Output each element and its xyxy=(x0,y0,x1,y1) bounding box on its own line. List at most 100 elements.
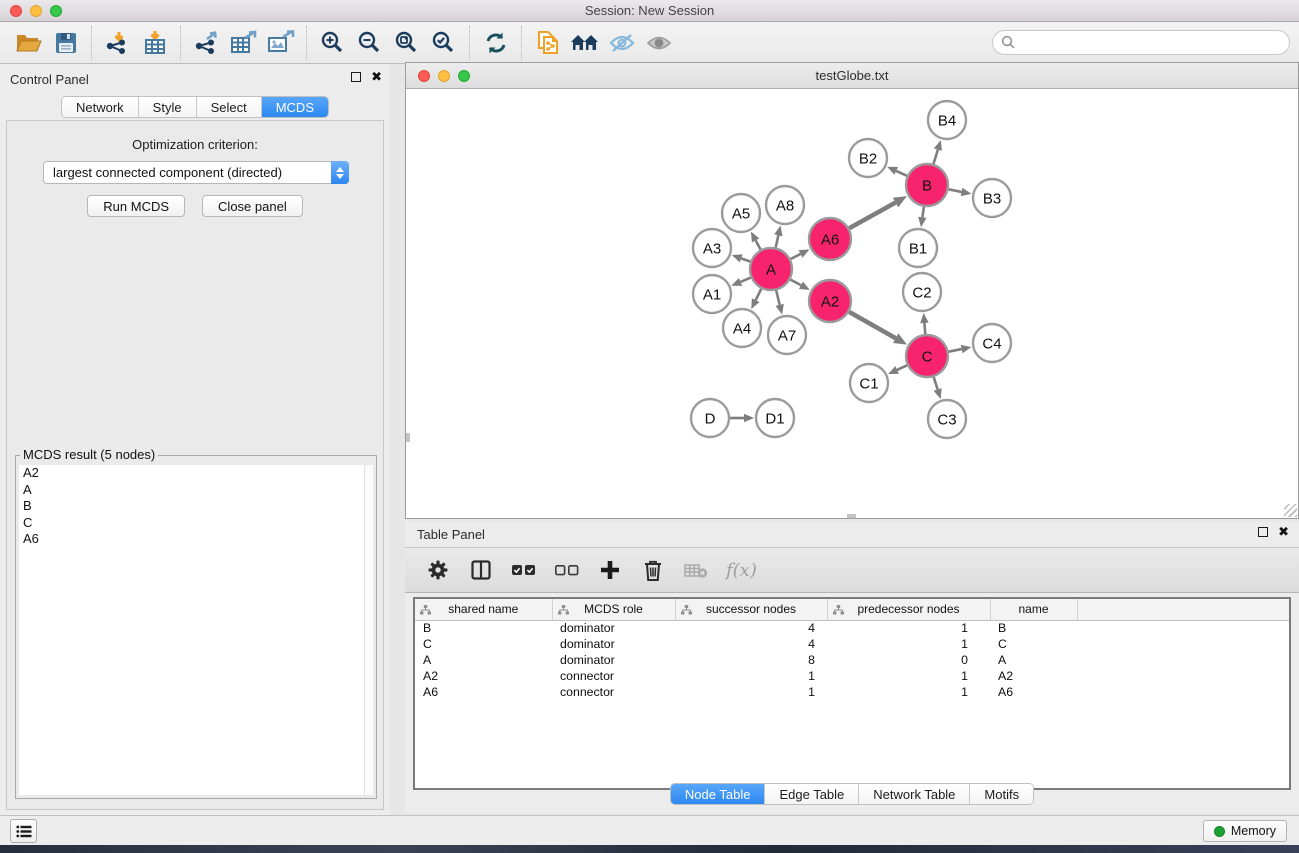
tab-node-table[interactable]: Node Table xyxy=(671,784,766,804)
table-cell[interactable]: 0 xyxy=(827,652,990,668)
delete-column-icon[interactable] xyxy=(640,557,666,583)
optimization-criterion-dropdown[interactable]: largest connected component (directed) xyxy=(43,161,349,184)
graph-node-C4[interactable]: C4 xyxy=(973,324,1011,362)
graph-node-D[interactable]: D xyxy=(691,399,729,437)
table-row[interactable]: A2connector11A2 xyxy=(415,668,1291,684)
graph-edge-A-A3[interactable] xyxy=(732,254,750,262)
result-item[interactable]: A2 xyxy=(19,465,373,482)
mcds-result-list[interactable]: A2ABCA6 xyxy=(19,465,373,795)
column-header-mcds-role[interactable]: MCDS role xyxy=(552,599,675,620)
table-cell[interactable]: 8 xyxy=(675,652,827,668)
memory-button[interactable]: Memory xyxy=(1203,820,1287,842)
add-column-icon[interactable] xyxy=(597,557,623,583)
float-panel-icon[interactable] xyxy=(351,72,361,82)
table-cell[interactable]: dominator xyxy=(552,652,675,668)
table-cell[interactable]: connector xyxy=(552,668,675,684)
open-session-icon[interactable] xyxy=(10,25,47,61)
graph-edge-A-A5[interactable] xyxy=(751,232,761,250)
table-cell[interactable]: 1 xyxy=(675,668,827,684)
search-input[interactable] xyxy=(1016,33,1289,53)
table-cell[interactable]: 1 xyxy=(675,684,827,700)
graph-edge-B-B1[interactable] xyxy=(918,207,926,227)
table-cell[interactable]: 1 xyxy=(827,620,990,636)
network-canvas[interactable]: A3A5A8A1A4A7AA6A2BB2B4B3B1CC2C4C1C3DD1 xyxy=(406,89,1298,518)
refresh-layout-icon[interactable] xyxy=(477,25,514,61)
graph-node-B[interactable]: B xyxy=(906,164,948,206)
deselect-all-icon[interactable] xyxy=(554,557,580,583)
graph-edge-B-B4[interactable] xyxy=(933,140,941,164)
function-builder-icon[interactable]: f(x) xyxy=(726,560,757,581)
graph-edge-C-C2[interactable] xyxy=(920,313,928,334)
graph-edge-A-A1[interactable] xyxy=(731,278,750,286)
graph-edge-B-B2[interactable] xyxy=(887,167,907,176)
columns-icon[interactable] xyxy=(468,557,494,583)
graph-node-B1[interactable]: B1 xyxy=(899,229,937,267)
result-item[interactable]: B xyxy=(19,498,373,515)
tab-style[interactable]: Style xyxy=(139,97,197,117)
graph-node-B4[interactable]: B4 xyxy=(928,101,966,139)
graph-node-A5[interactable]: A5 xyxy=(722,194,760,232)
table-cell[interactable]: A2 xyxy=(415,668,552,684)
table-cell[interactable]: B xyxy=(415,620,552,636)
table-cell[interactable]: 1 xyxy=(827,668,990,684)
table-cell[interactable]: B xyxy=(990,620,1077,636)
gear-icon[interactable] xyxy=(425,557,451,583)
tab-select[interactable]: Select xyxy=(197,97,262,117)
graph-node-C1[interactable]: C1 xyxy=(850,364,888,402)
table-cell[interactable]: C xyxy=(415,636,552,652)
select-all-icon[interactable] xyxy=(511,557,537,583)
import-table-icon[interactable] xyxy=(136,25,173,61)
hide-selected-icon[interactable] xyxy=(603,25,640,61)
tab-motifs[interactable]: Motifs xyxy=(970,784,1033,804)
result-item[interactable]: C xyxy=(19,515,373,532)
table-row[interactable]: Adominator80A xyxy=(415,652,1291,668)
graph-node-A8[interactable]: A8 xyxy=(766,186,804,224)
zoom-out-icon[interactable] xyxy=(351,25,388,61)
graph-edge-A6-B[interactable] xyxy=(849,196,907,228)
graph-node-A7[interactable]: A7 xyxy=(768,316,806,354)
table-cell[interactable]: 4 xyxy=(675,636,827,652)
tab-mcds[interactable]: MCDS xyxy=(262,97,328,117)
node-table[interactable]: shared name MCDS role successor nodes pr… xyxy=(413,597,1291,790)
table-cell[interactable]: 1 xyxy=(827,684,990,700)
table-cell[interactable]: A xyxy=(415,652,552,668)
zoom-selected-icon[interactable] xyxy=(425,25,462,61)
table-cell[interactable]: dominator xyxy=(552,620,675,636)
search-field[interactable] xyxy=(992,30,1290,55)
graph-edge-A-A4[interactable] xyxy=(751,289,761,309)
graph-edge-C-C4[interactable] xyxy=(949,345,972,353)
close-panel-icon[interactable]: ✖ xyxy=(371,72,382,82)
table-row[interactable]: Cdominator41C xyxy=(415,636,1291,652)
table-cell[interactable]: 4 xyxy=(675,620,827,636)
export-image-icon[interactable] xyxy=(262,25,299,61)
export-network-icon[interactable] xyxy=(188,25,225,61)
ndex-home-icon[interactable] xyxy=(566,25,603,61)
duplicate-network-icon[interactable] xyxy=(529,25,566,61)
table-cell[interactable]: A2 xyxy=(990,668,1077,684)
close-table-panel-icon[interactable]: ✖ xyxy=(1278,527,1289,537)
table-cell[interactable]: C xyxy=(990,636,1077,652)
tab-network[interactable]: Network xyxy=(62,97,139,117)
table-cell[interactable]: dominator xyxy=(552,636,675,652)
result-item[interactable]: A xyxy=(19,482,373,499)
graph-node-B3[interactable]: B3 xyxy=(973,179,1011,217)
table-cell[interactable]: A6 xyxy=(990,684,1077,700)
table-row[interactable]: A6connector11A6 xyxy=(415,684,1291,700)
graph-edge-A-A8[interactable] xyxy=(774,226,782,248)
graph-node-A1[interactable]: A1 xyxy=(693,275,731,313)
column-header-name[interactable]: name xyxy=(990,599,1077,620)
result-scrollbar[interactable] xyxy=(364,465,373,795)
graph-edge-B-B3[interactable] xyxy=(949,188,972,196)
import-network-icon[interactable] xyxy=(99,25,136,61)
graph-node-D1[interactable]: D1 xyxy=(756,399,794,437)
graph-edge-D-D1[interactable] xyxy=(730,414,754,423)
graph-edge-A-A2[interactable] xyxy=(790,279,809,290)
tab-edge-table[interactable]: Edge Table xyxy=(765,784,859,804)
graph-node-A[interactable]: A xyxy=(750,248,792,290)
graph-node-A4[interactable]: A4 xyxy=(723,309,761,347)
graph-edge-A-A7[interactable] xyxy=(776,290,784,314)
delete-table-icon[interactable] xyxy=(683,557,709,583)
run-mcds-button[interactable]: Run MCDS xyxy=(87,195,185,217)
zoom-fit-icon[interactable] xyxy=(388,25,425,61)
table-row[interactable]: Bdominator41B xyxy=(415,620,1291,636)
